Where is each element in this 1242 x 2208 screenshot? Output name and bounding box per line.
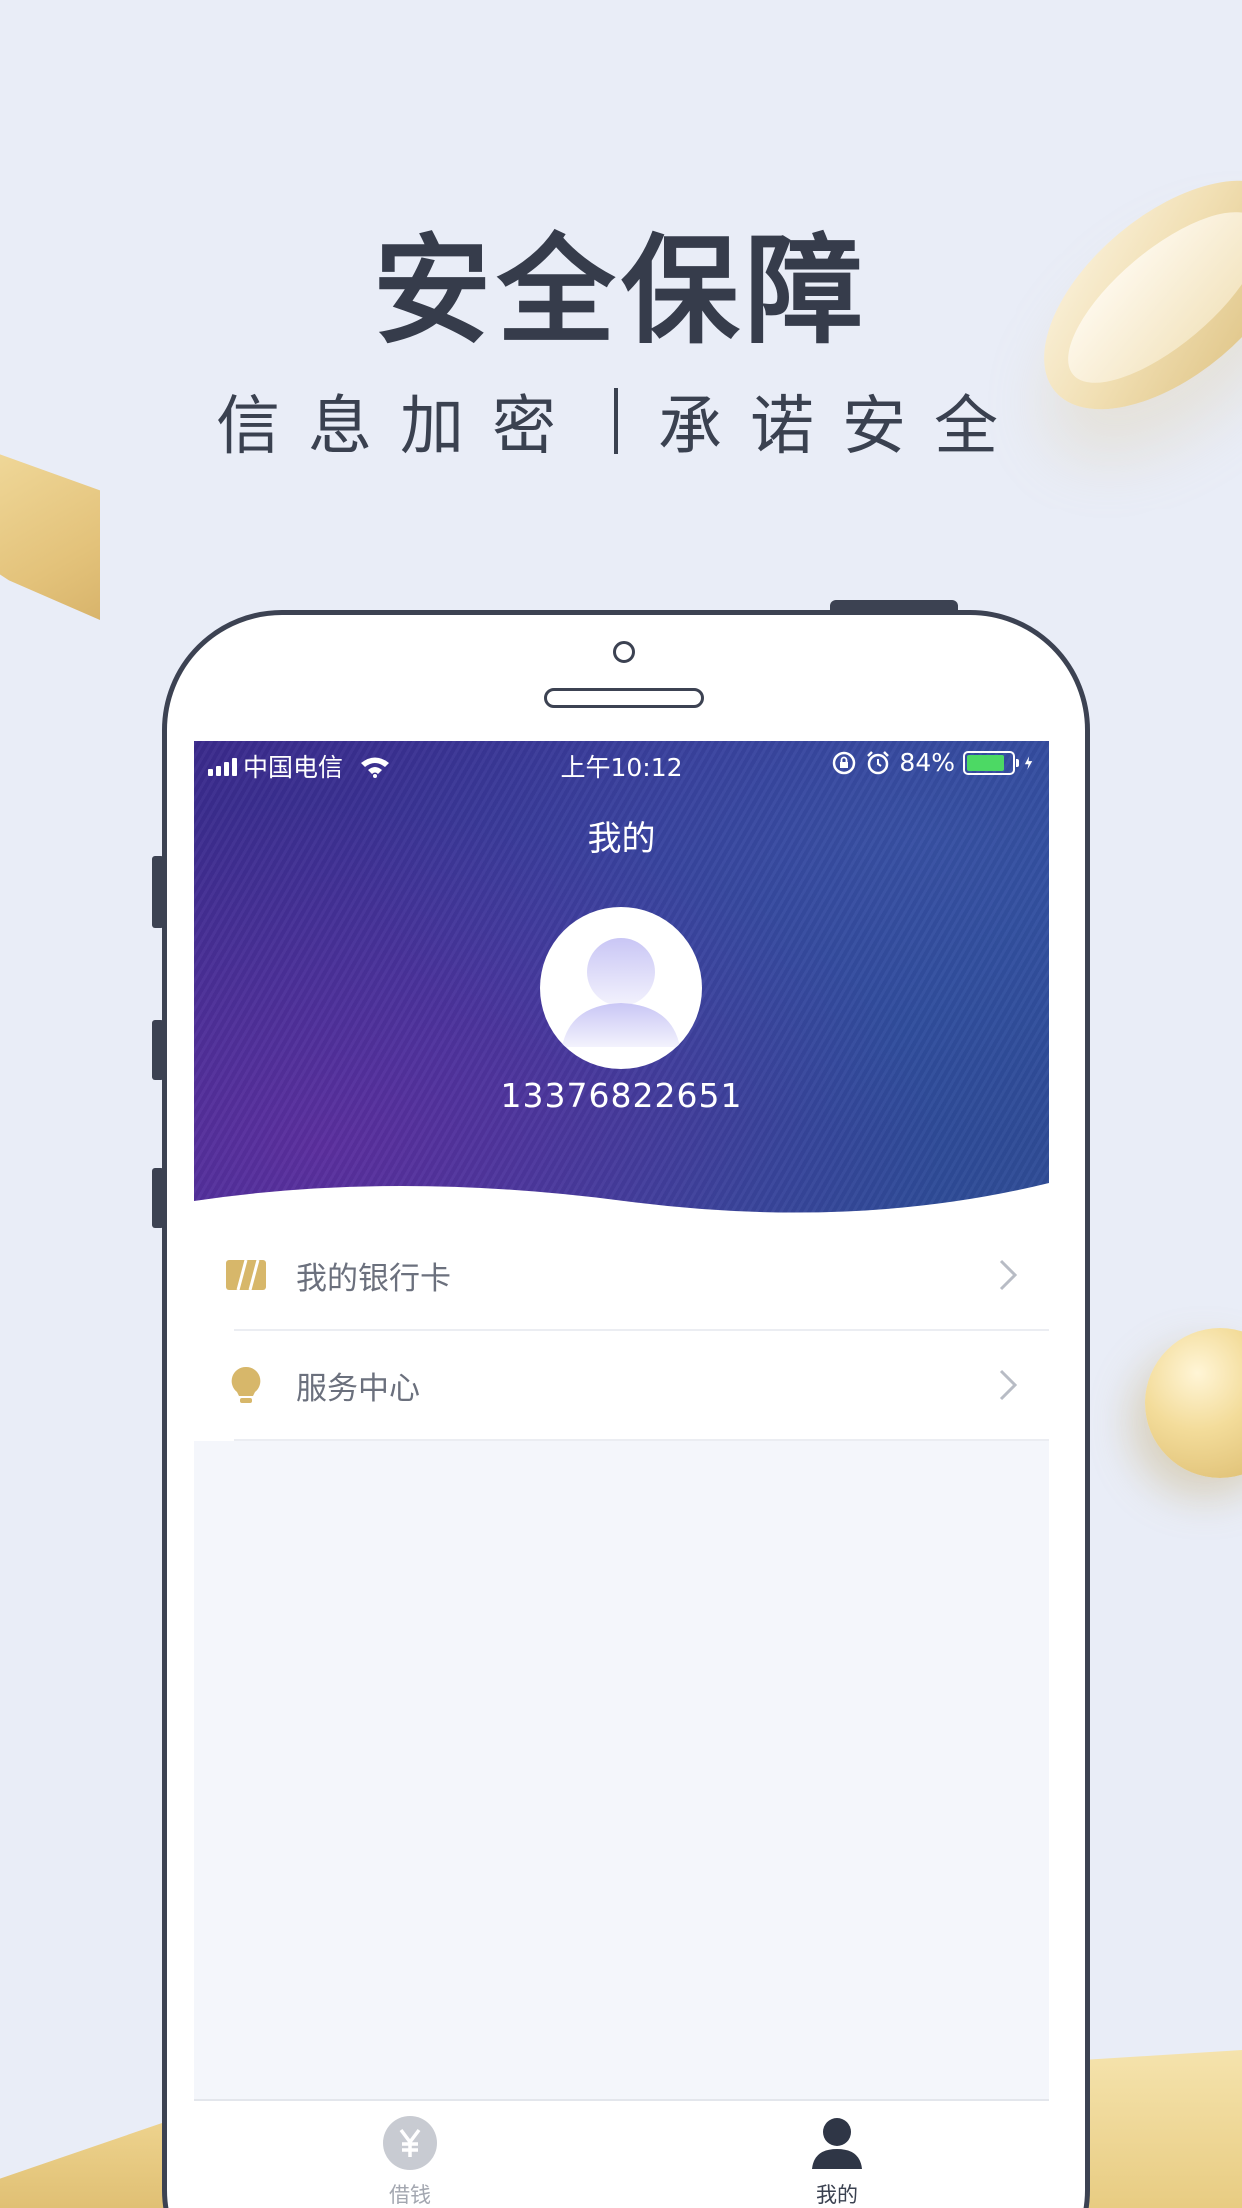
user-icon: [812, 2118, 862, 2169]
subheadline-divider: [614, 388, 618, 454]
bottom-tab-bar: 借钱 我的: [194, 2099, 1049, 2208]
promo-subheadline: 信息加密 承诺安全: [0, 375, 1242, 467]
profile-header: 中国电信 上午10:12 84% 我的 13376822651: [194, 741, 1049, 1221]
subheadline-right: 承诺安全: [658, 390, 1026, 464]
yen-coin-icon: [383, 2116, 437, 2170]
tab-label: 我的: [816, 2183, 858, 2207]
bank-card-icon: [226, 1259, 266, 1291]
subheadline-left: 信息加密: [216, 390, 584, 464]
tab-mine[interactable]: 我的: [737, 2115, 937, 2208]
battery-percentage: 84%: [899, 748, 955, 777]
gold-ball-decoration: [1145, 1328, 1242, 1478]
battery-level: [967, 754, 1004, 771]
menu-item-service-center[interactable]: 服务中心: [231, 1331, 1049, 1441]
menu-item-label: 我的银行卡: [296, 1260, 451, 1297]
gold-shard-decoration-left: [0, 440, 100, 620]
lightbulb-icon: [231, 1366, 261, 1403]
status-bar: 中国电信 上午10:12 84%: [194, 741, 1049, 785]
user-phone-number: 13376822651: [500, 1076, 743, 1115]
battery-icon: [963, 750, 1019, 775]
charging-bolt-icon: [1024, 755, 1033, 770]
app-screen: 中国电信 上午10:12 84% 我的 13376822651 我的银行卡 服务…: [194, 741, 1049, 2208]
alarm-icon: [867, 750, 890, 774]
avatar[interactable]: [540, 907, 702, 1069]
menu-list: 我的银行卡 服务中心: [194, 1221, 1049, 1441]
chevron-right-icon: [999, 1259, 1018, 1291]
tab-label: 借钱: [389, 2183, 431, 2207]
menu-item-bank-card[interactable]: 我的银行卡: [226, 1221, 1049, 1331]
menu-item-label: 服务中心: [296, 1370, 420, 1407]
phone-camera: [613, 641, 635, 663]
page-title: 我的: [587, 819, 656, 859]
rotation-lock-icon: [833, 751, 856, 774]
tab-borrow[interactable]: 借钱: [310, 2115, 510, 2208]
promo-headline: 安全保障: [372, 222, 869, 360]
status-bar-right: 84%: [831, 748, 1039, 777]
phone-speaker: [544, 688, 704, 708]
chevron-right-icon: [999, 1369, 1018, 1401]
default-avatar-icon: [562, 938, 680, 1047]
